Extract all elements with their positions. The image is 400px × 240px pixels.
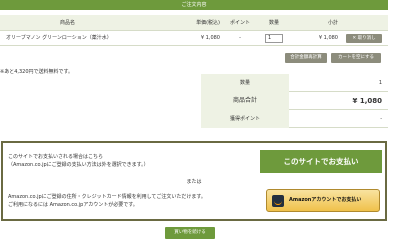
totals-qty-label: 数量 <box>201 74 289 92</box>
totals-sum-row: 商品合計 ¥ 1,080 <box>201 92 388 110</box>
amazon-pay-text-2: ご利用になるには Amazon.co.jpアカウントが必要です。 <box>8 202 138 208</box>
site-pay-button[interactable]: このサイトでお支払い <box>260 150 382 173</box>
header-point: ポイント <box>229 20 250 26</box>
recalculate-button[interactable]: 合計金額再計算 <box>285 53 327 63</box>
cart-title: ご注文内容 <box>0 0 388 10</box>
amazon-pay-button[interactable]: Amazonアカウントでお支払い <box>266 189 380 212</box>
header-subtotal: 小計 <box>327 20 338 26</box>
shipping-note: ※あと4,320円で送料無料です。 <box>0 69 74 75</box>
empty-cart-button[interactable]: カートを空にする <box>331 53 381 63</box>
remove-item-button[interactable]: ✕ 取り消し <box>346 34 382 43</box>
totals-points-value: - <box>380 116 382 122</box>
item-subtotal: ¥ 1,080 <box>318 35 338 41</box>
amazon-pay-label: Amazonアカウントでお支払い <box>289 197 362 203</box>
site-pay-text-2: （Amazon.co.jpにご登録の支払い方法は外を選択できます。） <box>8 162 149 168</box>
totals-qty-value: 1 <box>378 80 382 86</box>
cart-page: ご注文内容 商品名 単価(税込) ポイント 数量 小計 オリーブマノン グリーン… <box>0 0 400 240</box>
item-point: - <box>239 35 241 41</box>
payment-box: このサイトでお支払いされる場合はこちら （Amazon.co.jpにご登録の支払… <box>1 141 387 221</box>
header-price: 単価(税込) <box>196 20 220 26</box>
totals-qty-row: 数量 1 <box>201 74 388 92</box>
amazon-pay-text-1: Amazon.co.jpにご登録の住所・クレジットカード情報を利用してご注文いた… <box>8 194 206 200</box>
cart-item-row: オリーブマノン グリーンローション（薬汁水） ¥ 1,080 - 1 ¥ 1,0… <box>0 31 388 46</box>
amazon-logo-icon <box>272 195 284 207</box>
site-pay-text-1: このサイトでお支払いされる場合はこちら <box>8 154 104 160</box>
totals-table: 数量 1 商品合計 ¥ 1,080 獲得ポイント - <box>201 74 388 128</box>
quantity-input[interactable]: 1 <box>265 34 283 43</box>
totals-sum-label: 商品合計 <box>201 92 289 110</box>
or-divider: または <box>186 179 202 185</box>
item-name[interactable]: オリーブマノン グリーンローション（薬汁水） <box>6 31 112 46</box>
continue-shopping-button[interactable]: 買い物を続ける <box>165 227 215 239</box>
totals-points-label: 獲得ポイント <box>201 110 289 128</box>
item-price: ¥ 1,080 <box>200 35 220 41</box>
totals-sum-value: ¥ 1,080 <box>352 97 382 105</box>
header-qty: 数量 <box>268 20 279 26</box>
cart-header-row: 商品名 単価(税込) ポイント 数量 小計 <box>0 15 388 31</box>
header-product: 商品名 <box>59 20 75 26</box>
totals-points-row: 獲得ポイント - <box>201 110 388 128</box>
